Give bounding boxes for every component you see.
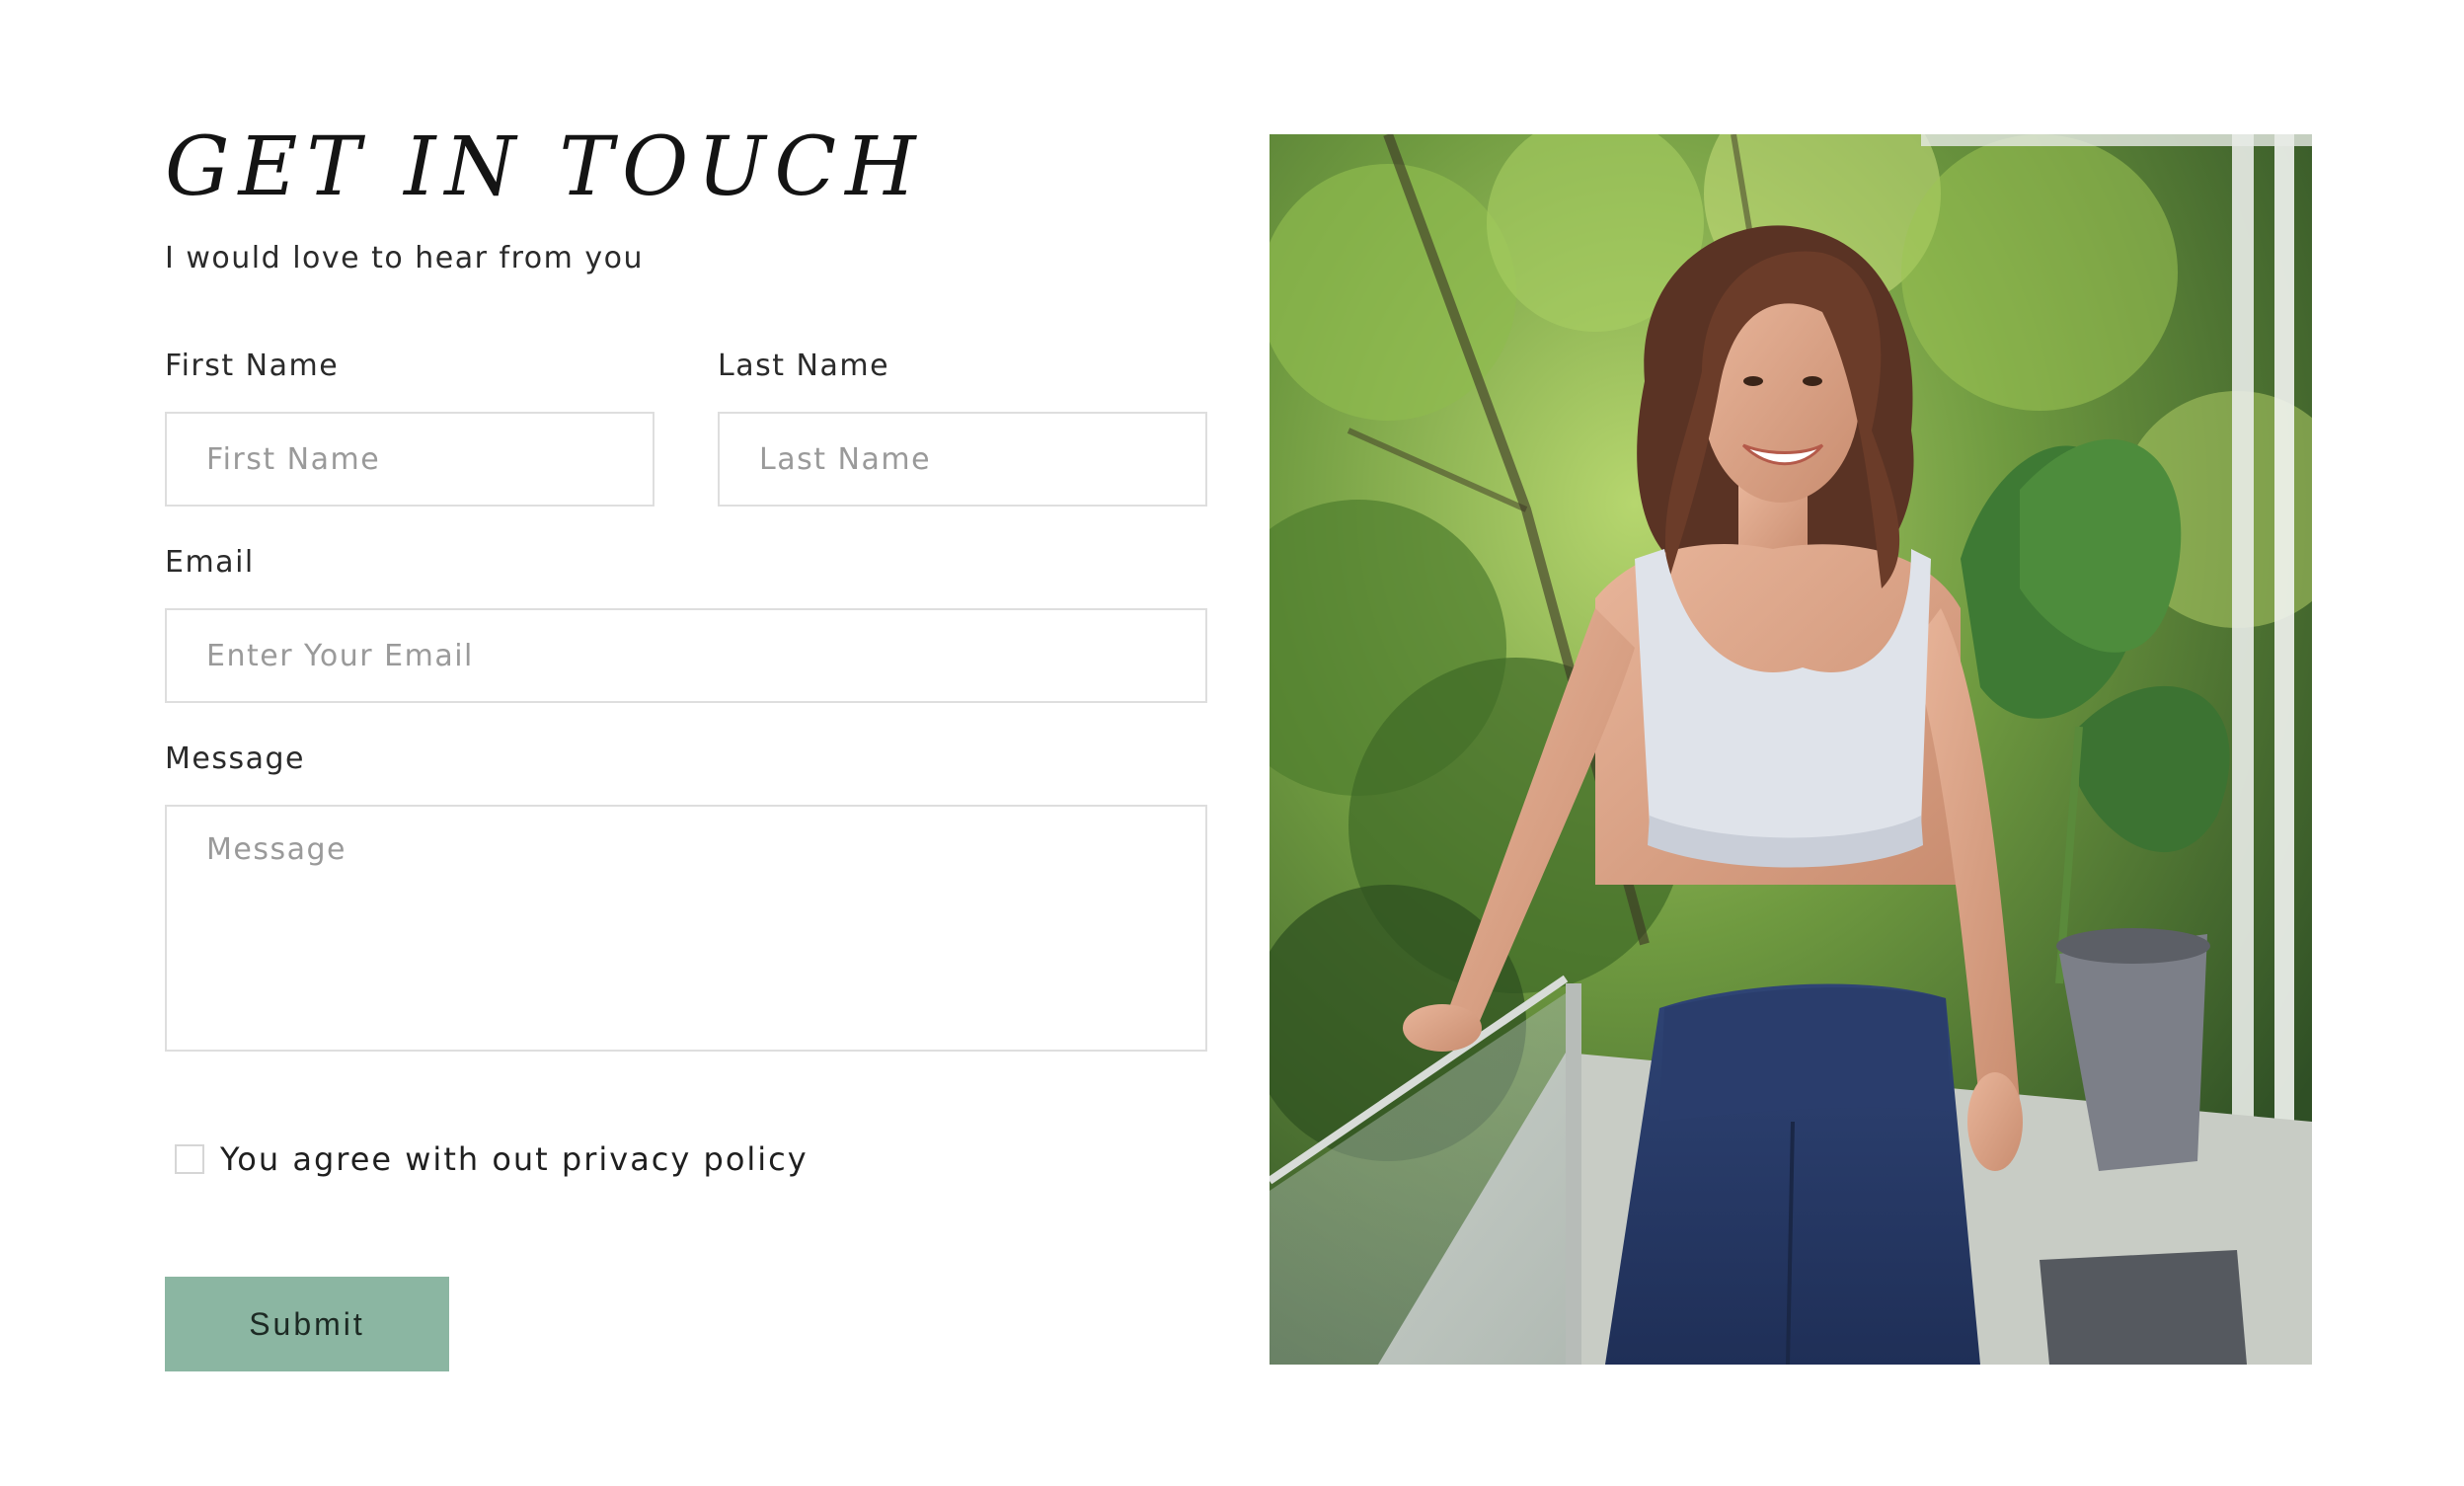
message-field-group: Message Message xyxy=(165,742,1207,1052)
first-name-label: First Name xyxy=(165,349,340,383)
hero-photo xyxy=(1270,134,2312,1365)
page-title: GET IN TOUCH xyxy=(165,120,925,214)
last-name-input[interactable]: Last Name xyxy=(718,412,1207,507)
last-name-label: Last Name xyxy=(718,349,890,383)
message-textarea[interactable]: Message xyxy=(165,805,1207,1052)
email-field-group: Email Enter Your Email xyxy=(165,545,1207,703)
contact-form-section: GET IN TOUCH I would love to hear from y… xyxy=(165,118,1207,1371)
message-label: Message xyxy=(165,742,305,776)
last-name-field-group: Last Name Last Name xyxy=(718,349,1207,507)
email-input[interactable]: Enter Your Email xyxy=(165,608,1207,703)
first-name-input[interactable]: First Name xyxy=(165,412,654,507)
privacy-consent: You agree with out privacy policy xyxy=(175,1140,808,1178)
email-label: Email xyxy=(165,545,255,580)
privacy-consent-label[interactable]: You agree with out privacy policy xyxy=(220,1140,808,1178)
privacy-checkbox[interactable] xyxy=(175,1144,204,1174)
submit-button[interactable]: Submit xyxy=(165,1277,449,1371)
page-subtitle: I would love to hear from you xyxy=(165,241,644,275)
first-name-field-group: First Name First Name xyxy=(165,349,654,507)
